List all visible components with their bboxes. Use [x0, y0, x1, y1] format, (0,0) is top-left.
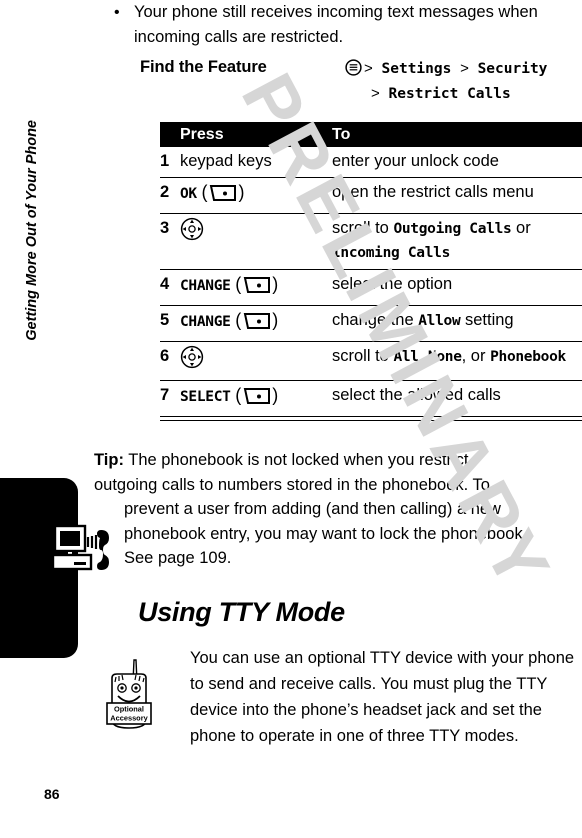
- step-number: 5: [160, 311, 170, 329]
- to-text-part: ,: [418, 347, 428, 365]
- to-text-part: Phonebook: [490, 349, 566, 365]
- softkey-label: CHANGE: [180, 278, 231, 294]
- step-to-cell: change the Allow setting: [332, 306, 582, 342]
- page-number: 86: [44, 786, 60, 802]
- to-text-part: select the option: [332, 275, 453, 293]
- table-row: 3 scroll to Outgoing Calls or Incoming Ca…: [160, 214, 582, 270]
- step-number: 4: [160, 275, 170, 293]
- svg-text:Optional: Optional: [114, 705, 144, 714]
- menu-icon: [345, 59, 362, 83]
- section-heading-using-tty-mode: Using TTY Mode: [138, 597, 345, 627]
- to-text-part: select the allowed calls: [332, 386, 501, 404]
- to-text-part: Outgoing Calls: [393, 221, 512, 237]
- step-to-cell: open the restrict calls menu: [332, 178, 582, 214]
- tip-line-2: outgoing calls to numbers stored in the …: [94, 475, 490, 494]
- navigation-key-icon: [180, 217, 204, 248]
- manual-page: PRELIMINARY • Your phone still receives …: [0, 0, 582, 838]
- column-header-to: To: [332, 126, 351, 143]
- to-text-part: scroll to: [332, 347, 394, 365]
- softkey-icon: [242, 276, 272, 301]
- table-row: 4 CHANGE () select the option: [160, 270, 582, 306]
- to-text-part: enter your unlock code: [332, 152, 499, 170]
- to-text-part: scroll to: [332, 219, 394, 237]
- tty-icon: [51, 524, 114, 582]
- softkey-icon: [242, 312, 272, 337]
- find-the-feature: Find the Feature > Settings > Security >…: [140, 58, 582, 105]
- bullet-text: Your phone still receives incoming text …: [134, 3, 538, 46]
- path-separator-3: >: [371, 85, 380, 102]
- page-content: • Your phone still receives incoming tex…: [0, 0, 582, 838]
- path-separator-1: >: [364, 60, 373, 77]
- to-text-part: setting: [460, 311, 514, 329]
- step-number: 2: [160, 183, 170, 201]
- list-item: • Your phone still receives incoming tex…: [108, 0, 570, 50]
- tip-line-3: prevent a user from adding (and then cal…: [124, 500, 501, 518]
- softkey-icon: [208, 184, 238, 209]
- to-text-part: Incoming Calls: [332, 245, 451, 261]
- to-text-part: None: [427, 349, 462, 365]
- table-row: 6 scroll to All, None, or Phonebook: [160, 342, 582, 381]
- path-item-security: Security: [477, 61, 548, 77]
- step-to-cell: select the option: [332, 270, 582, 306]
- tip-line-4: phonebook entry, you may want to lock th…: [124, 524, 528, 543]
- step-to-cell: scroll to All, None, or Phonebook: [332, 342, 582, 381]
- table-bottom-rule-1: [160, 416, 582, 417]
- step-press-cell: SELECT (): [180, 381, 332, 417]
- softkey-label: OK: [180, 186, 197, 202]
- step-to-cell: scroll to Outgoing Calls or Incoming Cal…: [332, 214, 582, 270]
- table-row: 7 SELECT () select the allowed calls: [160, 381, 582, 417]
- table-body: 1 keypad keys enter your unlock code 2 OK ()…: [160, 147, 582, 416]
- tip-line-5: See page 109.: [124, 549, 232, 567]
- step-to-cell: enter your unlock code: [332, 147, 582, 178]
- softkey-icon: [242, 387, 272, 412]
- optional-accessory-icon: Optional Accessory: [100, 656, 158, 734]
- path-item-settings: Settings: [381, 61, 452, 77]
- tty-body-text: You can use an optional TTY device with …: [190, 649, 575, 745]
- step-number: 3: [160, 219, 170, 237]
- step-press-cell: CHANGE (): [180, 306, 332, 342]
- step-number: 7: [160, 386, 170, 404]
- table-row: 2 OK () open the restrict calls menu: [160, 178, 582, 214]
- path-line-2: > Restrict Calls: [345, 83, 582, 105]
- column-header-number: [160, 122, 180, 147]
- table-row: 5 CHANGE () change the Allow setting: [160, 306, 582, 342]
- softkey-label: SELECT: [180, 389, 231, 405]
- step-press-cell: OK (): [180, 178, 332, 214]
- step-press-cell: keypad keys: [180, 147, 332, 178]
- table-row: 1 keypad keys enter your unlock code: [160, 147, 582, 178]
- tip-paragraph: Tip: The phonebook is not locked when yo…: [94, 448, 582, 571]
- find-the-feature-path: > Settings > Security > Restrict Calls: [345, 58, 582, 105]
- find-the-feature-label: Find the Feature: [140, 58, 267, 76]
- to-text-part: , or: [461, 347, 491, 365]
- column-header-press: Press: [180, 126, 224, 143]
- to-text-part: open the restrict calls menu: [332, 183, 534, 201]
- tip-line-1: The phonebook is not locked when you res…: [123, 451, 469, 469]
- softkey-label: CHANGE: [180, 314, 231, 330]
- to-text-part: All: [393, 349, 419, 365]
- path-separator-2: >: [460, 60, 469, 77]
- to-text-part: or: [511, 219, 531, 237]
- step-number: 6: [160, 347, 170, 365]
- chapter-title: Getting More Out of Your Phone: [24, 120, 40, 341]
- step-press-cell: CHANGE (): [180, 270, 332, 306]
- path-item-restrict-calls: Restrict Calls: [388, 86, 511, 102]
- to-text-part: change the: [332, 311, 419, 329]
- bullet-marker: •: [114, 4, 120, 21]
- step-press-cell: [180, 342, 332, 381]
- to-text-part: Allow: [418, 313, 461, 329]
- svg-text:Accessory: Accessory: [110, 714, 148, 723]
- bullet-list: • Your phone still receives incoming tex…: [108, 0, 570, 50]
- step-number: 1: [160, 152, 170, 170]
- press-text: keypad keys: [180, 152, 272, 170]
- steps-table: Press To 1 keypad keys enter your unlock c…: [160, 122, 582, 416]
- table-head: Press To: [160, 122, 582, 147]
- table-bottom-rule-2: [160, 420, 582, 421]
- step-press-cell: [180, 214, 332, 270]
- left-rail: Getting More Out of Your Phone 86: [0, 0, 78, 838]
- step-to-cell: select the allowed calls: [332, 381, 582, 417]
- table-header-row: Press To: [160, 122, 582, 147]
- navigation-key-icon: [180, 345, 204, 376]
- tip-label: Tip:: [94, 451, 124, 469]
